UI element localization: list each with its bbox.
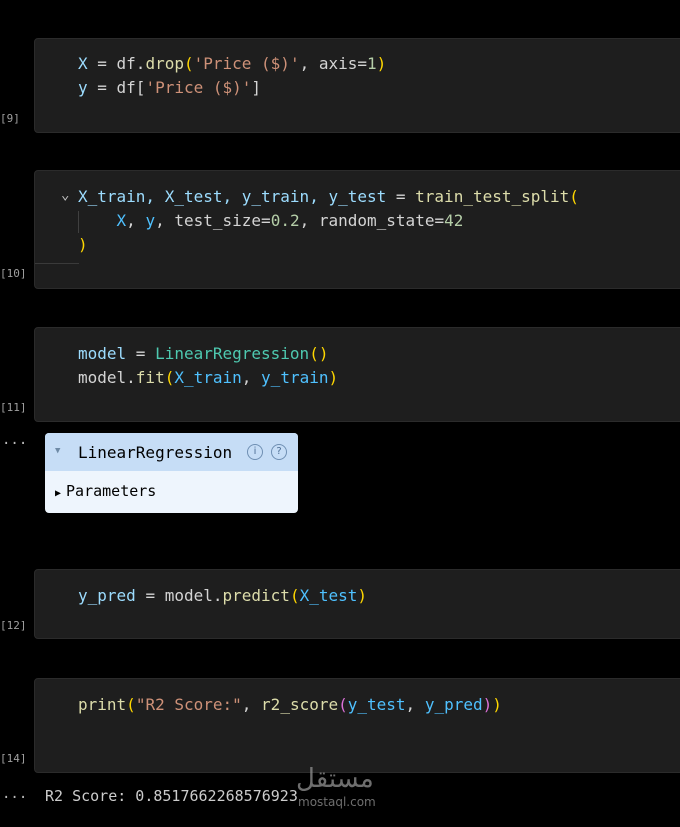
code-editor[interactable]: model = LinearRegression() model.fit(X_t… (78, 342, 338, 390)
code-token: , (241, 368, 262, 387)
code-token: ( (126, 695, 136, 714)
code-token: 'Price ($)' (145, 78, 252, 97)
code-token: ) (328, 368, 339, 387)
output-menu-icon[interactable]: ... (2, 432, 27, 448)
code-token: , (241, 695, 262, 714)
parameters-toggle[interactable]: ▶ Parameters (55, 482, 156, 500)
code-token: 0.2 (270, 211, 300, 230)
output-menu-icon[interactable]: ... (2, 786, 27, 802)
code-editor[interactable]: X = df.drop('Price ($)', axis=1) y = df[… (78, 52, 386, 100)
code-token: "R2 Score:" (135, 695, 242, 714)
code-token: ) (357, 586, 368, 605)
code-token: df[ (116, 78, 146, 97)
code-token: y_test (347, 695, 406, 714)
code-token: = (261, 211, 271, 230)
code-token: X_train, X_test, y_train, y_test (78, 187, 396, 206)
code-token: = (434, 211, 445, 230)
code-token: ( (183, 54, 194, 73)
code-token: = (97, 54, 117, 73)
code-token: = (145, 586, 165, 605)
code-token: = (97, 78, 117, 97)
code-token: ( (338, 695, 348, 714)
collapse-triangle-icon[interactable]: ▼ (55, 446, 60, 456)
code-token: ( (164, 368, 175, 387)
code-token: () (309, 344, 329, 363)
code-editor[interactable]: print("R2 Score:", r2_score(y_test, y_pr… (78, 693, 502, 717)
code-token: predict (222, 586, 290, 605)
code-token: df. (116, 54, 146, 73)
code-cell-11[interactable]: model = LinearRegression() model.fit(X_t… (34, 327, 680, 422)
code-editor[interactable]: X_train, X_test, y_train, y_test = train… (78, 185, 579, 257)
code-token: 42 (444, 211, 464, 230)
code-token: 1 (367, 54, 377, 73)
watermark-arabic: مستقل (296, 764, 374, 794)
code-token: , (126, 211, 146, 230)
code-token: , (405, 695, 425, 714)
divider (35, 263, 79, 264)
code-token: ] (251, 78, 262, 97)
code-token: = (357, 54, 368, 73)
execution-count: [9] (0, 112, 20, 125)
estimator-widget[interactable]: ▼ LinearRegression i ? ▶ Parameters (45, 433, 298, 513)
parameters-label: Parameters (66, 482, 157, 500)
execution-count: [11] (0, 401, 27, 414)
estimator-name: LinearRegression (78, 443, 233, 462)
execution-count: [10] (0, 267, 27, 280)
cell-output: R2 Score: 0.8517662268576923 (45, 787, 298, 805)
code-token: train_test_split (415, 187, 570, 206)
code-token: X_train (174, 368, 242, 387)
code-cell-12[interactable]: y_pred = model.predict(X_test) (34, 569, 680, 639)
expand-triangle-icon: ▶ (55, 488, 62, 499)
watermark-latin: mostaql.com (298, 795, 376, 809)
code-token: ) (376, 54, 387, 73)
code-token: ) (78, 235, 88, 254)
code-token: fit (135, 368, 165, 387)
code-token: ) (492, 695, 502, 714)
code-token: X_test (299, 586, 358, 605)
chevron-down-icon[interactable]: ⌄ (61, 187, 69, 203)
code-token: = (395, 187, 416, 206)
code-token: model. (78, 368, 136, 387)
code-cell-9[interactable]: X = df.drop('Price ($)', axis=1) y = df[… (34, 38, 680, 133)
watermark-logo: مستقل mostaql.com (296, 764, 376, 809)
help-icon[interactable]: ? (271, 444, 287, 460)
code-token: , random_state (299, 211, 435, 230)
code-editor[interactable]: y_pred = model.predict(X_test) (78, 584, 367, 608)
execution-count: [14] (0, 752, 27, 765)
execution-count: [12] (0, 619, 27, 632)
code-token: r2_score (261, 695, 339, 714)
code-token: y_pred (424, 695, 483, 714)
code-token: ( (569, 187, 579, 206)
code-token: print (78, 695, 127, 714)
estimator-header[interactable]: ▼ LinearRegression i ? (45, 433, 298, 471)
code-token: model (78, 344, 136, 363)
code-token: y_pred (78, 586, 146, 605)
code-token: ) (482, 695, 493, 714)
code-token: y (145, 211, 156, 230)
code-token: y (78, 78, 98, 97)
code-token: = (135, 344, 156, 363)
code-token: 'Price ($)' (193, 54, 300, 73)
code-token: X (116, 211, 127, 230)
code-token: X (78, 54, 98, 73)
info-icon[interactable]: i (247, 444, 263, 460)
code-token: ( (289, 586, 300, 605)
code-token: model. (164, 586, 223, 605)
code-token: , axis (299, 54, 358, 73)
code-cell-14[interactable]: print("R2 Score:", r2_score(y_test, y_pr… (34, 678, 680, 773)
code-token: , test_size (155, 211, 262, 230)
code-cell-10[interactable]: ⌄ X_train, X_test, y_train, y_test = tra… (34, 170, 680, 289)
code-token: drop (145, 54, 184, 73)
code-token: LinearRegression (155, 344, 310, 363)
code-token: y_train (261, 368, 329, 387)
